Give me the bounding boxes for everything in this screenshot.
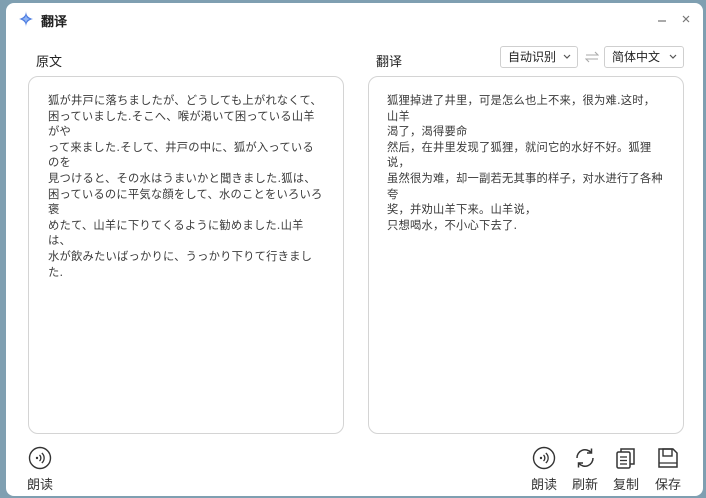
target-language-select[interactable]: 简体中文 [604, 46, 684, 68]
translate-window: 翻译 原文 翻译 自动识别 简体中文 狐が井戸に落ちましたが、どうしても上がれな… [6, 3, 703, 496]
minimize-icon [658, 20, 666, 22]
source-language-value: 自动识别 [508, 50, 557, 64]
minimize-button[interactable] [652, 10, 672, 28]
save-label: 保存 [654, 478, 681, 493]
source-text[interactable]: 狐が井戸に落ちましたが、どうしても上がれなくて、 困っていました.そこへ、喉が渇… [48, 93, 325, 280]
close-button[interactable] [676, 10, 696, 28]
refresh-label: 刷新 [571, 478, 598, 493]
read-source-label: 朗读 [26, 478, 53, 493]
source-text-area[interactable]: 狐が井戸に落ちましたが、どうしても上がれなくて、 困っていました.そこへ、喉が渇… [28, 76, 344, 434]
save-button[interactable]: 保存 [653, 446, 683, 493]
target-text-area[interactable]: 狐狸掉进了井里，可是怎么也上不来，很为难.这时，山羊 渴了，渴得要命 然后，在井… [368, 76, 684, 434]
read-target-button[interactable]: 朗读 [529, 446, 559, 493]
source-language-select[interactable]: 自动识别 [500, 46, 578, 68]
window-title: 翻译 [41, 15, 68, 30]
speaker-icon [532, 446, 556, 470]
read-target-label: 朗读 [530, 478, 557, 493]
chevron-down-icon [563, 54, 571, 59]
copy-icon [616, 448, 635, 469]
save-icon [658, 448, 678, 468]
speaker-icon [28, 446, 52, 470]
copy-button[interactable]: 复制 [611, 446, 641, 493]
read-source-button[interactable]: 朗读 [25, 446, 55, 493]
swap-languages-icon[interactable] [585, 51, 599, 63]
refresh-button[interactable]: 刷新 [570, 446, 600, 493]
app-logo-icon [19, 11, 33, 27]
target-language-value: 简体中文 [612, 50, 661, 64]
copy-label: 复制 [612, 478, 639, 493]
chevron-down-icon [669, 54, 677, 59]
refresh-icon [576, 448, 594, 468]
source-label: 原文 [36, 55, 63, 70]
target-text[interactable]: 狐狸掉进了井里，可是怎么也上不来，很为难.这时，山羊 渴了，渴得要命 然后，在井… [387, 93, 665, 233]
close-icon [682, 15, 690, 23]
target-label: 翻译 [376, 55, 403, 70]
